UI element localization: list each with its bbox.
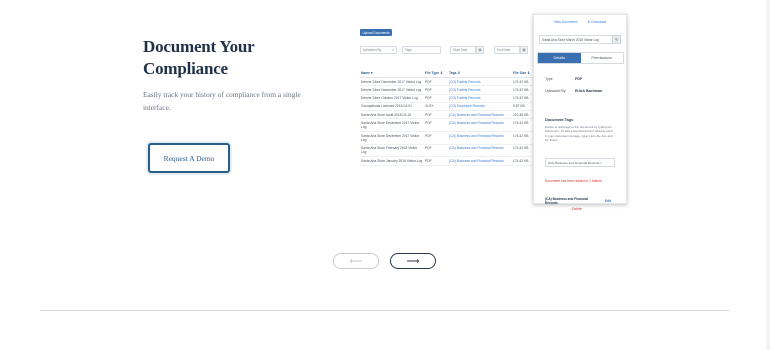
edit-tag-link[interactable]: Edit xyxy=(605,199,611,203)
detail-links: View Document ⬇ Download xyxy=(534,20,626,24)
cell-file-type: PDF xyxy=(424,94,448,103)
cell-name: Occupational Licenses 2018-04-01 xyxy=(360,102,424,112)
tab-permissions[interactable]: Permissions xyxy=(580,53,623,63)
upload-documents-button[interactable]: Upload Documents xyxy=(360,29,392,36)
cell-file-type: PDF xyxy=(424,118,448,133)
column-header-file-type[interactable]: File Type ⇕ xyxy=(424,70,448,78)
cell-tags[interactable]: (CA) Business and Financial Records xyxy=(448,118,512,133)
column-header-name[interactable]: Name ▾ xyxy=(360,70,424,78)
cell-tags[interactable]: (CO) Facility Records xyxy=(448,77,512,87)
end-date-input[interactable]: End Date xyxy=(494,46,520,54)
uploaded-by-value: Erlich Bachman xyxy=(575,89,603,93)
section-divider xyxy=(40,310,730,311)
cell-name: Santa Ana Store January 2018 Visitor Log xyxy=(360,156,424,166)
cell-file-type: PDF xyxy=(424,110,448,120)
cell-tags[interactable]: (CO) Facility Records xyxy=(448,94,512,103)
table-row[interactable]: Denver Store December 2017 Visitor Log PD… xyxy=(360,77,540,87)
table-row[interactable]: Santa Ana Store January 2018 Visitor Log… xyxy=(360,156,540,166)
table-header-row: Name ▾ File Type ⇕ Tags ⇕ File Size ⇕ xyxy=(360,70,540,78)
documents-table: Name ▾ File Type ⇕ Tags ⇕ File Size ⇕ De… xyxy=(360,70,540,166)
table-row[interactable]: Santa Ana Store February 2018 Visitor Lo… xyxy=(360,144,540,158)
tags-input[interactable]: (CA) Business and Financial Records × xyxy=(545,158,615,167)
hero-title: Document Your Compliance xyxy=(143,37,255,78)
cell-name: Santa Ana Store February 2018 Visitor Lo… xyxy=(360,144,424,158)
chevron-down-icon: ▾ xyxy=(392,48,394,52)
request-demo-button[interactable]: Request A Demo xyxy=(148,143,230,173)
cell-name: Santa Ana Store December 2017 Visitor Lo… xyxy=(360,131,424,145)
download-icon: ⬇ xyxy=(587,20,591,24)
cell-tags[interactable]: (CO) Employee Records xyxy=(448,102,512,112)
view-document-link[interactable]: View Document xyxy=(554,20,578,24)
table-body: Denver Store December 2017 Visitor Log PD… xyxy=(360,77,540,166)
tags-filter[interactable]: Tags xyxy=(402,46,441,54)
table-row[interactable]: Santa Ana Store Audit 2018-03-15 PDF (CA) … xyxy=(360,110,540,120)
cell-name: Santa Ana Store Audit 2018-03-15 xyxy=(360,110,424,120)
calendar-icon[interactable]: ▦ xyxy=(476,46,484,54)
uploaded-by-label: Uploaded By xyxy=(363,48,382,52)
type-value: PDF xyxy=(575,77,583,81)
next-slide-button[interactable]: ⟶ xyxy=(390,253,436,269)
tag-entry: (CA) Business and Financial Records xyxy=(545,197,589,206)
arrow-left-icon: ⟵ xyxy=(349,255,363,266)
uploaded-by-row: Uploaded By Erlich Bachman xyxy=(545,89,602,93)
document-tags-heading: Document Tags xyxy=(545,118,574,122)
file-name-field[interactable]: Santa Ana Store March 2018 Visitor Log xyxy=(539,35,615,44)
cell-tags[interactable]: (CA) Business and Financial Records xyxy=(448,144,512,158)
cell-tags[interactable]: (CA) Business and Financial Records xyxy=(448,131,512,145)
arrow-right-icon: ⟶ xyxy=(406,255,420,266)
table-row[interactable]: Denver Store November 2017 Visitor Log PD… xyxy=(360,85,540,95)
tab-details[interactable]: Details xyxy=(538,53,581,63)
cell-file-type: XLSX xyxy=(424,102,448,112)
table-row[interactable]: Santa Ana Store December 2017 Visitor Lo… xyxy=(360,131,540,145)
table-row[interactable]: Santa Ana Store December 2017 Visitor Lo… xyxy=(360,118,540,133)
cell-tags[interactable]: (CA) Business and Financial Records xyxy=(448,156,512,166)
column-header-tags[interactable]: Tags ⇕ xyxy=(448,70,512,78)
uploaded-by-label: Uploaded By xyxy=(545,89,566,93)
tags-help-text: Delete or add tags to the document by ty… xyxy=(545,125,613,142)
cell-file-type: PDF xyxy=(424,144,448,158)
start-date-input[interactable]: Start Date xyxy=(450,46,476,54)
cell-tags[interactable]: (CO) Facility Records xyxy=(448,85,512,95)
type-label: Type xyxy=(545,77,553,81)
cell-name: Denver Store November 2017 Visitor Log xyxy=(360,85,424,95)
cell-name: Denver Store October 2017 Visitor Log xyxy=(360,94,424,103)
document-detail-panel: View Document ⬇ Download Santa Ana Store… xyxy=(533,14,627,211)
calendar-icon[interactable]: ▦ xyxy=(520,46,528,54)
download-link[interactable]: ⬇ Download xyxy=(587,20,606,24)
cell-tags[interactable]: (CA) Business and Financial Records xyxy=(448,110,512,120)
table-row[interactable]: Denver Store October 2017 Visitor Log PDF… xyxy=(360,94,540,103)
cell-file-type: PDF xyxy=(424,77,448,87)
type-row: Type PDF xyxy=(545,77,582,81)
cell-file-type: PDF xyxy=(424,156,448,166)
uploaded-by-filter[interactable]: Uploaded By ▾ xyxy=(360,46,397,54)
cell-file-type: PDF xyxy=(424,85,448,95)
cell-name: Denver Store December 2017 Visitor Log xyxy=(360,77,424,87)
download-label: Download xyxy=(591,20,607,24)
pencil-icon[interactable]: ✎ xyxy=(612,35,621,44)
folder-warning: Document has been added to 1 folders xyxy=(545,179,602,183)
table-row[interactable]: Occupational Licenses 2018-04-01 XLSX (CO)… xyxy=(360,102,540,112)
delete-link[interactable]: Delete xyxy=(572,207,582,211)
hero-subtitle: Easily track your history of compliance … xyxy=(143,90,301,112)
scrollbar-track[interactable] xyxy=(766,0,770,350)
cell-name: Santa Ana Store December 2017 Visitor Lo… xyxy=(360,118,424,133)
cell-file-type: PDF xyxy=(424,131,448,145)
previous-slide-button[interactable]: ⟵ xyxy=(333,253,379,269)
detail-tabs: Details Permissions xyxy=(537,52,624,64)
